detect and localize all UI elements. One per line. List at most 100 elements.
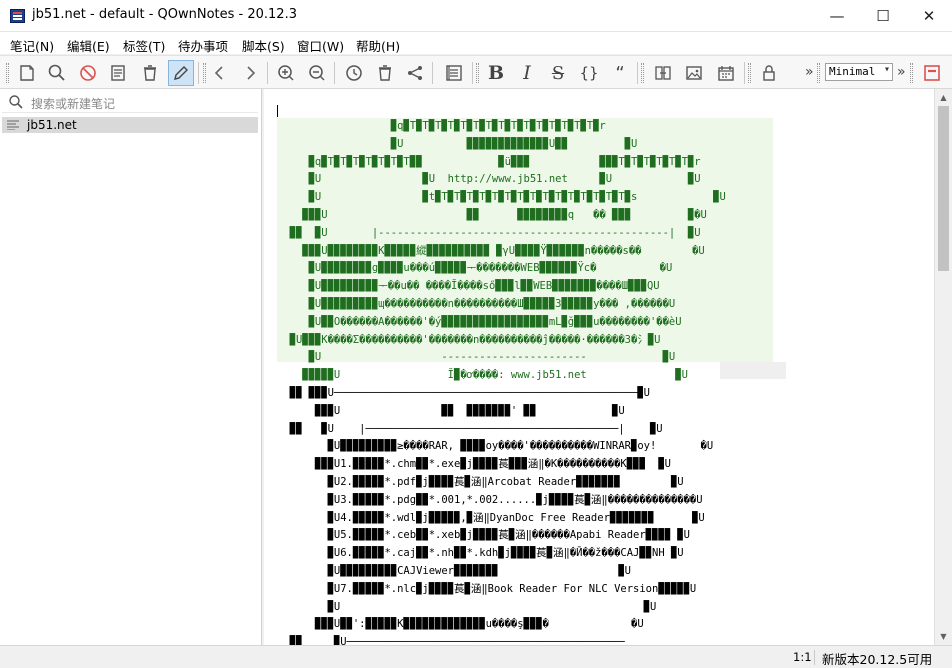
strikethrough-button[interactable]: S	[545, 60, 571, 86]
lock-button[interactable]	[756, 60, 782, 86]
editor-scrollbar[interactable]: ▲ ▼	[934, 89, 952, 645]
forward-button[interactable]	[237, 60, 263, 86]
editor-line[interactable]: ▉▉ ▉U |---------------------------------…	[277, 225, 701, 243]
editor-line[interactable]: ▉▉▉U1.▉▉▉▉▉*.chm▉▉*.exe▉j▉▉▉▉萇▉▉▉涵‖�K���…	[277, 456, 671, 474]
maximize-button[interactable]: ☐	[860, 0, 906, 32]
editor-line[interactable]: ▉U2.▉▉▉▉▉*.pdf▉j▉▉▉▉萇▉涵‖Arcobat Reader▉▉…	[277, 474, 684, 492]
editor-line[interactable]: ▉▉ ▉U───────────────────────────────────…	[277, 634, 625, 645]
edit-mode-button[interactable]	[168, 60, 194, 86]
lock-icon	[763, 65, 775, 81]
toolbar-separator	[472, 62, 473, 84]
note-sidebar: 搜索或新建笔记 jb51.net	[0, 89, 262, 645]
toolbar-separator	[198, 62, 199, 84]
scroll-down-arrow-icon[interactable]: ▼	[935, 628, 952, 645]
editor-line[interactable]: ▉U ▉U http://www.jb51.net ▉U ▉U	[277, 171, 701, 189]
toolbar-overflow-chevron[interactable]: »	[897, 64, 906, 80]
note-editor[interactable]: ▉q▉T▉T▉T▉T▉T▉T▉T▉T▉T▉T▉T▉T▉T▉T▉T▉r ▉U ▉▉…	[264, 89, 934, 645]
toolbar-grip[interactable]	[748, 63, 751, 83]
note-list-button[interactable]	[105, 60, 131, 86]
trash-icon	[144, 65, 156, 81]
menu-note[interactable]: 笔记(N)	[10, 36, 54, 55]
current-line-highlight	[720, 362, 786, 379]
editor-line[interactable]: ▉▉ ▉U |─────────────────────────────────…	[277, 421, 663, 439]
trash-restore-icon	[379, 65, 391, 81]
menu-tags[interactable]: 标签(T)	[123, 36, 165, 55]
share-button[interactable]	[402, 60, 428, 86]
new-note-button[interactable]	[14, 60, 40, 86]
title-bar: jb51.net - default - QOwnNotes - 20.12.3…	[0, 0, 952, 32]
toolbar-grip[interactable]	[203, 63, 206, 83]
trash-restore-button[interactable]	[372, 60, 398, 86]
insert-date-button[interactable]	[713, 60, 739, 86]
quote-button[interactable]: “	[607, 60, 633, 86]
editor-line[interactable]: ▉▉▉U ▉▉ ▉▉▉▉▉▉▉' ▉▉ ▉U	[277, 403, 625, 421]
toolbar-overflow-chevron[interactable]: »	[805, 64, 814, 80]
editor-line[interactable]: ▉▉▉U▉▉':▉▉▉▉▉K▉▉▉▉▉▉▉▉▉▉▉▉▉u����ş▉▉▉� �U	[277, 616, 644, 634]
bold-button[interactable]: B	[483, 60, 509, 86]
distraction-free-icon	[924, 65, 940, 81]
code-button[interactable]: {}	[576, 60, 602, 86]
editor-line[interactable]: ▉U ▉U	[277, 599, 657, 617]
editor-line[interactable]: ▉U▉▉▉K����Σ����������'�������n����������…	[277, 332, 661, 350]
cursor-position: 1:1	[793, 650, 812, 664]
minimize-button[interactable]: —	[814, 0, 860, 32]
menu-todo[interactable]: 待办事项	[178, 36, 228, 55]
forward-icon	[247, 66, 256, 80]
editor-line[interactable]: ▉U5.▉▉▉▉▉*.ceb▉▉*.xeb▉j▉▉▉▉萇▉涵‖������Apa…	[277, 527, 690, 545]
scroll-up-arrow-icon[interactable]: ▲	[935, 89, 952, 106]
editor-line[interactable]: ▉U▉▉▉▉▉▉▉▉▉≥����RAR, ▉▉▉▉oy����'��������…	[277, 438, 714, 456]
editor-style-select[interactable]: Minimal ▾	[825, 63, 893, 81]
table-of-contents-button[interactable]	[441, 60, 467, 86]
editor-line[interactable]: ▉▉ ▉▉▉U─────────────────────────────────…	[277, 385, 650, 403]
editor-line[interactable]: ▉U ▉t▉T▉T▉T▉T▉T▉T▉T▉T▉T▉T▉T▉T▉T▉T▉T▉s ▉U	[277, 189, 726, 207]
editor-line[interactable]: ▉U▉▉▉▉▉▉▉▉▉CAJViewer▉▉▉▉▉▉▉ ▉U	[277, 563, 631, 581]
editor-line[interactable]: ▉U ▉▉▉▉▉▉▉▉▉▉▉▉▉U▉▉ ▉U	[277, 136, 638, 154]
toolbar-grip[interactable]	[641, 63, 644, 83]
scrollbar-thumb[interactable]	[938, 106, 949, 271]
chevron-down-icon: ▾	[883, 64, 890, 75]
trash-button[interactable]	[137, 60, 163, 86]
editor-line[interactable]: ▉U▉▉▉▉▉▉▉▉g▉▉▉▉u���ú▉▉▉▉▉ᅮ�������WEB▉▉▉▉…	[277, 260, 673, 278]
search-button[interactable]	[44, 60, 70, 86]
search-icon	[8, 94, 24, 113]
insert-link-button[interactable]	[650, 60, 676, 86]
menu-edit[interactable]: 编辑(E)	[67, 36, 110, 55]
search-input[interactable]: 搜索或新建笔记	[2, 91, 258, 113]
toolbar-grip[interactable]	[476, 63, 479, 83]
search-placeholder: 搜索或新建笔记	[31, 97, 116, 111]
editor-line[interactable]: ▉q▉T▉T▉T▉T▉T▉T▉T▉T▉T▉T▉T▉T▉T▉T▉T▉r	[277, 118, 606, 136]
editor-line[interactable]: ▉U7.▉▉▉▉▉*.nlc▉j▉▉▉▉萇▉涵‖Book Reader For …	[277, 581, 697, 599]
editor-line[interactable]: ▉▉▉▉▉U Ĭ▉�ơ����: www.jb51.net ▉U	[277, 367, 688, 385]
editor-line[interactable]: ▉▉▉U▉▉▉▉▉▉▉▉K▉▉▉▉▉縱▉▉▉▉▉▉▉▉▉▉ ▉γU▉▉▉▉Ÿ▉▉…	[277, 243, 704, 261]
update-available-notice[interactable]: 新版本20.12.5可用	[822, 649, 932, 668]
menu-bar: 笔记(N) 编辑(E) 标签(T) 待办事项 脚本(S) 窗口(W) 帮助(H)	[0, 32, 952, 54]
toolbar-grip[interactable]	[6, 63, 9, 83]
menu-window[interactable]: 窗口(W)	[297, 36, 344, 55]
menu-help[interactable]: 帮助(H)	[356, 36, 400, 55]
editor-line[interactable]: ▉U3.▉▉▉▉▉*.pdg▉▉*.001,*.002......▉j▉▉▉▉萇…	[277, 492, 703, 510]
editor-line[interactable]: ▉U4.▉▉▉▉▉*.wdl▉j▉▉▉▉▉,▉涵‖DyanDoc Free Re…	[277, 510, 705, 528]
editor-line[interactable]: ▉U ----------------------- ▉U	[277, 349, 676, 367]
distraction-free-button[interactable]	[919, 60, 945, 86]
editor-line[interactable]: ▉U6.▉▉▉▉▉*.caj▉▉*.nh▉▉*.kdh▉j▉▉▉▉萇▉涵‖�Ӣ�…	[277, 545, 684, 563]
back-button[interactable]	[207, 60, 233, 86]
menu-scripts[interactable]: 脚本(S)	[242, 36, 285, 55]
delete-note-button[interactable]	[75, 60, 101, 86]
note-icon	[7, 120, 19, 130]
note-list-item[interactable]: jb51.net	[2, 117, 258, 133]
history-icon	[346, 65, 362, 81]
zoom-in-button[interactable]	[273, 60, 299, 86]
toolbar-grip[interactable]	[910, 63, 913, 83]
editor-line[interactable]: ▉U▉▉▉▉▉▉▉▉▉ᅮ��u�� ����Ĭ����ső▉▉▉l▉▉WEB▉▉…	[277, 278, 660, 296]
editor-line[interactable]: ▉U▉▉▉▉▉▉▉▉▉ɰ����������n����������Ш▉▉▉▉▉3…	[277, 296, 676, 314]
insert-image-button[interactable]	[681, 60, 707, 86]
editor-line[interactable]: ▉▉▉U ▉▉ ▉▉▉▉▉▉▉▉q �� ▉▉▉ ▉�U	[277, 207, 707, 225]
toolbar-grip[interactable]	[817, 63, 820, 83]
editor-line[interactable]: ▉q▉T▉T▉T▉T▉T▉T▉T▉▉ ▉ü▉▉▉ ▉▉▉T▉T▉T▉T▉T▉T▉…	[277, 154, 701, 172]
close-button[interactable]: ✕	[906, 0, 952, 32]
editor-line[interactable]: ▉U▉▉O������A������'�ý▉▉▉▉▉▉▉▉▉▉▉▉▉▉▉▉▉mL…	[277, 314, 682, 332]
toolbar-separator	[744, 62, 745, 84]
italic-button[interactable]: I	[514, 60, 540, 86]
history-button[interactable]	[341, 60, 367, 86]
zoom-out-button[interactable]	[304, 60, 330, 86]
